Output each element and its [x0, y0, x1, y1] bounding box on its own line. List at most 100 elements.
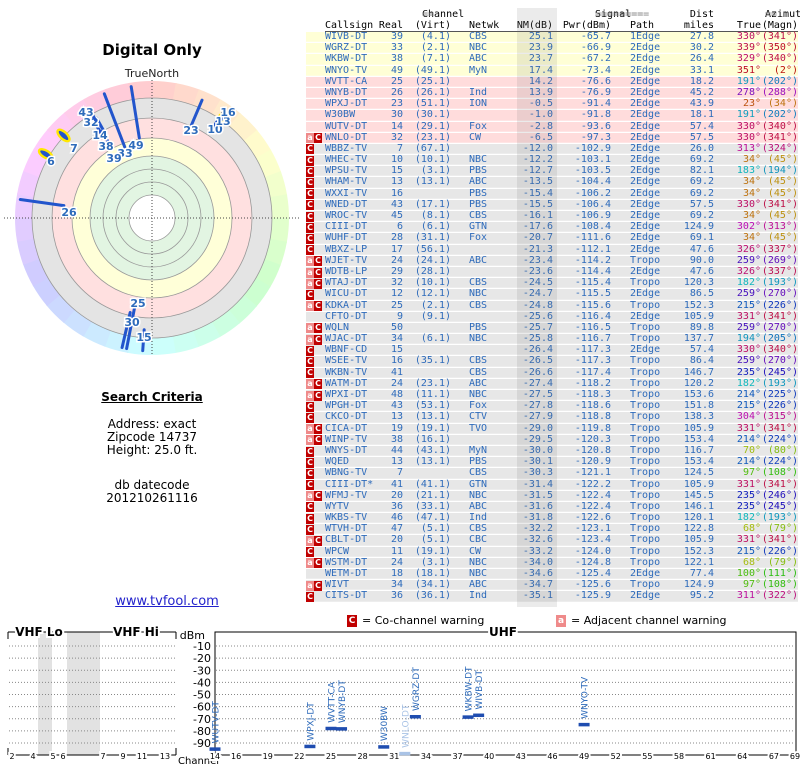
azimuth-true-cell: 331°: [736, 478, 761, 490]
vhf-channel-tick-label: 4: [30, 752, 35, 761]
vhf-channel-tick-label: 5: [50, 752, 55, 761]
signal-bar-label: WNYB-DT: [338, 680, 348, 723]
table-header-groups: == Channel == ======== Signal ========= Dist ==…: [422, 9, 800, 20]
adjacent-channel-marker: a: [306, 256, 314, 267]
adjacent-channel-marker: a: [306, 323, 314, 334]
nm-cell: -32.6: [522, 534, 553, 546]
warning-marker-cell: aC: [306, 278, 325, 289]
virtual-channel-cell: (5.1): [420, 534, 451, 546]
dbm-tick-label: -90: [193, 737, 211, 750]
virtual-channel-cell: (30.1): [414, 109, 451, 121]
adjacent-channel-marker: a: [306, 390, 314, 401]
co-channel-marker: C: [306, 412, 314, 423]
uhf-channel-tick-label: 34: [421, 752, 431, 761]
adjacent-channel-marker: a: [306, 491, 314, 502]
signal-bar: [378, 745, 390, 749]
nm-cell: -24.8: [522, 299, 553, 311]
warning-marker-cell: C: [306, 177, 325, 189]
real-channel-cell: 41: [390, 478, 403, 490]
radar-station-label: 39: [106, 152, 121, 165]
uhf-channel-tick-label: 31: [389, 752, 399, 761]
co-channel-marker: C: [306, 144, 314, 155]
network-cell: Fox: [469, 120, 488, 132]
uhf-channel-tick-label: 52: [611, 752, 621, 761]
station-table: == Channel == ======== Signal ========= Dist ==…: [306, 8, 800, 607]
network-cell: ABC: [469, 53, 488, 65]
uhf-channel-tick-label: 61: [706, 752, 716, 761]
signal-bar-label: WGRZ-DT: [412, 667, 422, 711]
warning-marker-cell: [306, 77, 325, 88]
virtual-channel-cell: (29.1): [414, 120, 451, 132]
dist-group-header: Dist: [689, 9, 714, 20]
radar-station-label: 23: [183, 124, 198, 137]
table-row: W30BW 30 (30.1) -1.0 -91.8 2Edge 18.1 191° (202°…: [306, 109, 798, 122]
left-column: Digital Only TrueNorth 49 33 39 38 14 32 43 23 1…: [0, 0, 304, 609]
co-channel-marker: C: [314, 491, 322, 502]
column-header: miles: [683, 20, 714, 31]
warning-marker-cell: [306, 32, 325, 43]
network-cell: CTV: [469, 411, 488, 423]
vhf-hi-label: VHF Hi: [113, 625, 159, 639]
azimuth-magnetic-cell: (226°): [761, 299, 798, 311]
co-channel-marker: C: [314, 323, 322, 334]
distance-cell: 95.2: [689, 590, 714, 602]
radar-station-label: 25: [130, 297, 145, 310]
uhf-channel-tick-label: 43: [516, 752, 526, 761]
virtual-channel-cell: (12.1): [414, 288, 451, 300]
path-cell: 2Edge: [630, 232, 661, 244]
distance-cell: 57.4: [689, 120, 714, 132]
network-cell: ABC: [469, 254, 488, 266]
co-channel-marker: C: [306, 233, 314, 244]
radar-station-label: 6: [47, 155, 55, 168]
network-cell: Ind: [469, 590, 488, 602]
adjacent-channel-marker: a: [306, 334, 314, 345]
azimuth-magnetic-cell: (270°): [761, 288, 798, 300]
warning-marker-cell: aC: [306, 267, 325, 278]
callsign-cell: WICU-DT: [325, 288, 368, 300]
warning-marker-cell: [306, 66, 325, 77]
datecode-value: 201210261116: [106, 491, 198, 505]
warning-marker-cell: [306, 99, 325, 110]
virtual-channel-cell: [403, 468, 451, 479]
warning-marker-cell: aC: [306, 133, 325, 144]
co-channel-marker: C: [314, 334, 322, 345]
warning-marker-cell: [306, 43, 325, 54]
nm-cell: -2.8: [528, 120, 553, 132]
real-channel-cell: 36: [390, 590, 403, 602]
signal-bar-label: WNYO-TV: [581, 676, 591, 719]
real-channel-cell: 14: [390, 120, 403, 132]
warning-marker-cell: C: [306, 289, 325, 300]
dbm-tick-label: -10: [193, 640, 211, 653]
azimuth-true-cell: 311°: [736, 590, 761, 602]
callsign-cell: WKBW-DT: [325, 53, 368, 65]
network-cell: ABC: [469, 176, 488, 188]
callsign-cell: CKCO-DT: [325, 411, 368, 423]
signal-bar-label: W30BW: [380, 706, 390, 741]
vhf-channel-tick-label: 13: [160, 752, 170, 761]
signal-bar: [578, 722, 590, 727]
co-channel-marker: C: [314, 267, 322, 278]
table-row: C WSEE-TV 16 (35.1) CBS -26.5 -117.3 Tropo 86.4 2…: [306, 355, 798, 368]
column-header: True: [736, 20, 761, 31]
virtual-channel-cell: (7.1): [420, 53, 451, 65]
co-channel-marker: C: [314, 390, 322, 401]
azimuth-true-cell: 215°: [736, 299, 761, 311]
table-row: WUTV-DT 14 (29.1) Fox -2.8 -93.6 2Edge 57.4 330°…: [306, 120, 798, 133]
power-cell: -104.4: [574, 176, 611, 188]
path-cell: 2Edge: [630, 109, 661, 121]
adjacent-channel-marker: a: [306, 278, 314, 289]
nm-cell: -31.4: [522, 478, 553, 490]
distance-cell: 86.4: [689, 355, 714, 367]
network-cell: CBC: [469, 534, 488, 546]
dbm-tick-label: -50: [193, 689, 211, 702]
table-row: C CIII-DT* 41 (41.1) GTN -31.4 -122.2 Tropo 105.…: [306, 478, 798, 491]
table-row: a C KDKA-DT 25 (2.1) CBS -24.8 -115.6 Tropo 152.3…: [306, 299, 798, 312]
path-cell: 2Edge: [630, 120, 661, 132]
signal-bar: [304, 744, 316, 749]
table-row: C WUHF-DT 28 (31.1) Fox -20.7 -111.6 2Edge 69.1 3…: [306, 232, 798, 245]
azimuth-true-cell: 191°: [736, 109, 761, 121]
co-channel-marker: C: [306, 480, 314, 491]
network-cell: GTN: [469, 478, 488, 490]
warning-marker-cell: [306, 122, 325, 133]
azimuth-magnetic-cell: (341°): [761, 534, 798, 546]
